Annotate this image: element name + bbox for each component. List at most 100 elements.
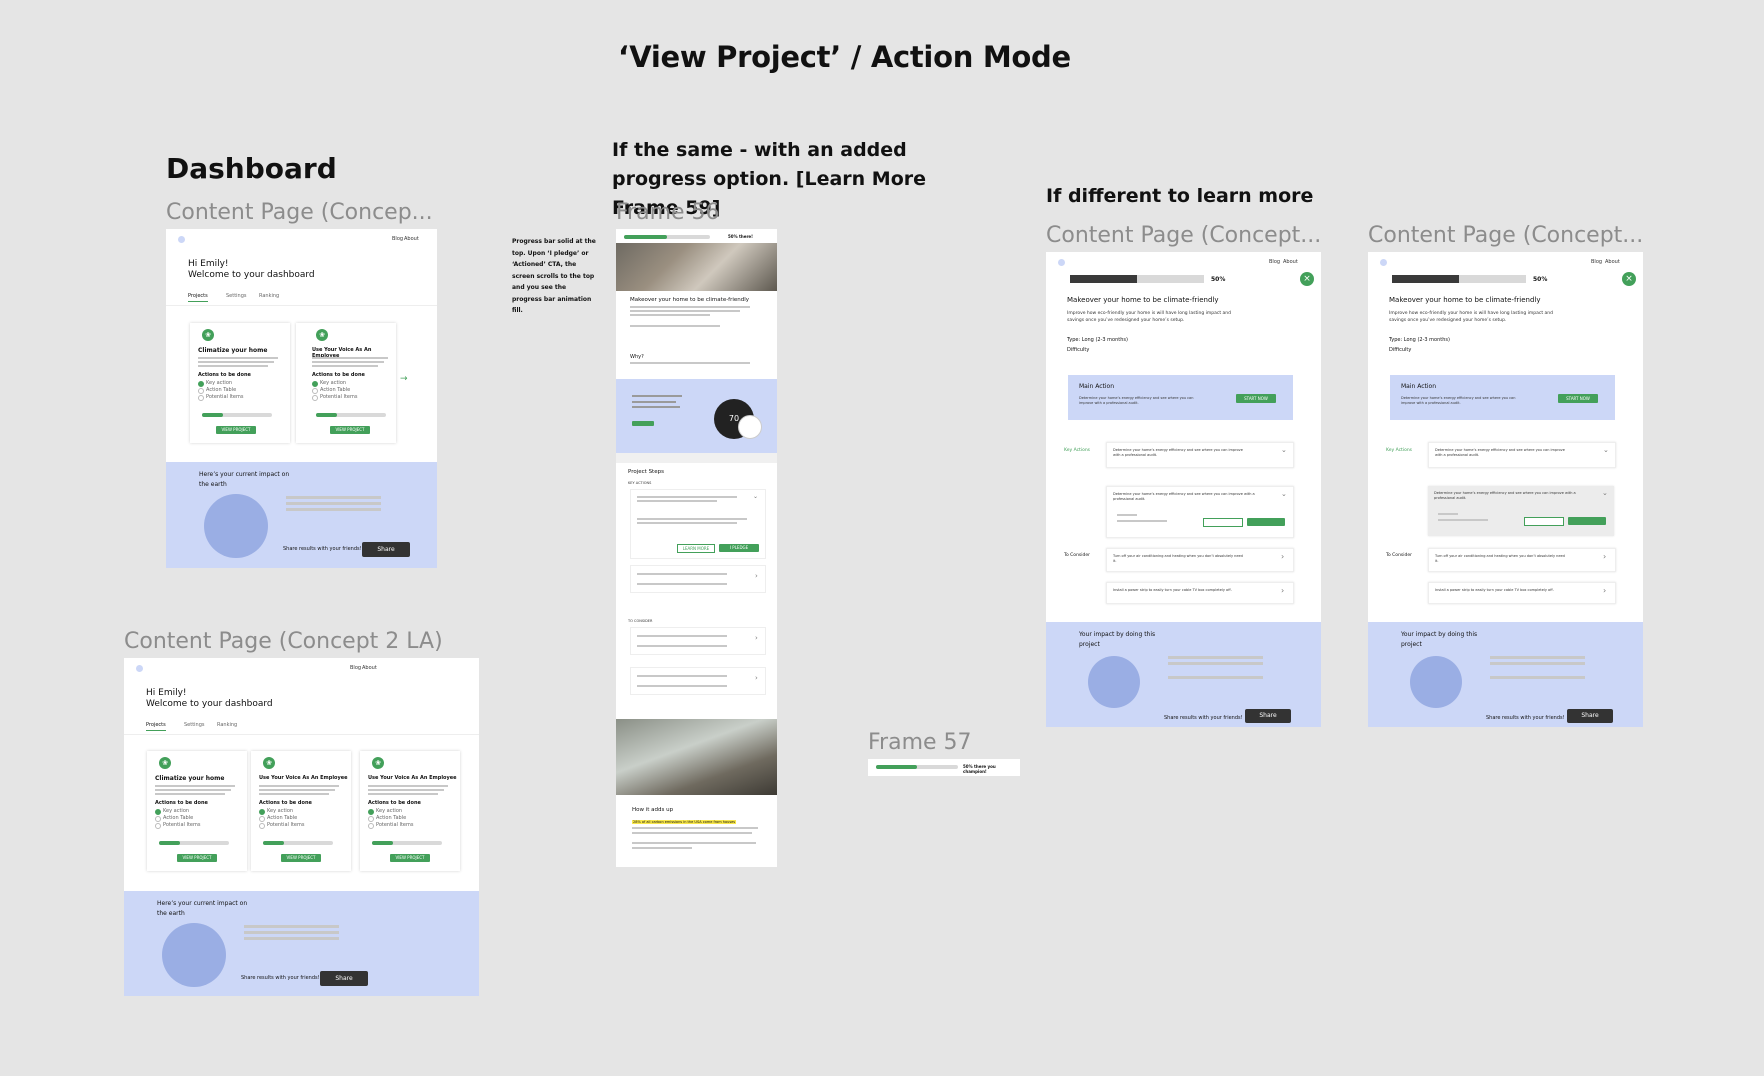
card-title: Use Your Voice As An Employee	[368, 775, 457, 781]
project-card[interactable]: ❀ Use Your Voice As An Employee Actions …	[360, 751, 460, 871]
learn-more-button[interactable]	[1524, 517, 1564, 526]
placeholder-line	[1168, 656, 1263, 659]
chevron-down-icon[interactable]: ⌄	[1281, 446, 1287, 454]
view-project-button[interactable]: VIEW PROJECT	[216, 426, 256, 434]
action-radio[interactable]	[259, 809, 265, 815]
done-button[interactable]	[1247, 518, 1285, 526]
card-title: Climatize your home	[155, 775, 225, 782]
leaf-icon: ❀	[202, 329, 214, 341]
difficulty-label: Difficulty	[1389, 347, 1412, 353]
consider-card[interactable]: Turn off your air conditioning and heati…	[1106, 548, 1294, 572]
done-button[interactable]	[1568, 517, 1606, 525]
chevron-right-icon[interactable]: ›	[755, 572, 758, 580]
arrow-right-icon[interactable]: →	[400, 374, 408, 384]
card-desc	[155, 789, 231, 791]
chevron-right-icon[interactable]: ›	[755, 634, 758, 642]
text-line	[630, 310, 740, 312]
share-button[interactable]: Share	[320, 971, 368, 986]
nav-blog[interactable]: Blog	[1591, 259, 1602, 265]
tab-ranking[interactable]: Ranking	[259, 293, 279, 299]
share-button[interactable]: Share	[1245, 709, 1291, 723]
project-card[interactable]: ❀ Use Your Voice As An Employee Actions …	[296, 323, 396, 443]
chevron-right-icon[interactable]: ›	[1603, 552, 1606, 561]
chevron-right-icon[interactable]: ›	[1281, 586, 1284, 595]
tab-settings[interactable]: Settings	[226, 293, 247, 299]
nav-about[interactable]: About	[404, 236, 419, 242]
close-icon[interactable]: ×	[1300, 272, 1314, 286]
action-radio[interactable]	[198, 395, 204, 401]
action-radio[interactable]	[312, 395, 318, 401]
close-icon[interactable]: ×	[1622, 272, 1636, 286]
step-card-expanded[interactable]: ⌄ LEARN MORE I PLEDGE	[630, 489, 766, 559]
start-now-button[interactable]: START NOW	[1236, 394, 1276, 403]
action-radio[interactable]	[259, 823, 265, 829]
share-button[interactable]: Share	[362, 542, 410, 557]
impact-circle	[204, 494, 268, 558]
nav-about[interactable]: About	[362, 665, 377, 671]
chevron-right-icon[interactable]: ›	[755, 674, 758, 682]
consider-card[interactable]: Install a power strip to easily turn you…	[1106, 582, 1294, 604]
action-radio[interactable]	[368, 816, 374, 822]
tab-ranking[interactable]: Ranking	[217, 722, 237, 728]
chevron-down-icon[interactable]: ⌄	[1602, 489, 1608, 497]
frame-label-content-a: Content Page (Concep...	[166, 200, 433, 225]
key-action-card[interactable]: Determine your home’s energy efficiency …	[1106, 442, 1294, 468]
chevron-down-icon[interactable]: ⌄	[753, 493, 758, 500]
placeholder-line	[1490, 662, 1585, 665]
learn-more-button[interactable]: LEARN MORE	[677, 544, 715, 553]
action-radio[interactable]	[198, 388, 204, 394]
placeholder-line	[1490, 656, 1585, 659]
view-project-button[interactable]: VIEW PROJECT	[390, 854, 430, 862]
consider-card[interactable]: Install a power strip to easily turn you…	[1428, 582, 1616, 604]
start-now-button[interactable]: START NOW	[1558, 394, 1598, 403]
key-action-text: Determine your home’s energy efficiency …	[1113, 448, 1243, 457]
action-radio[interactable]	[312, 388, 318, 394]
text-line	[632, 827, 758, 829]
action-radio[interactable]	[368, 823, 374, 829]
tab-projects[interactable]: Projects	[146, 722, 166, 731]
nav-about[interactable]: About	[1283, 259, 1298, 265]
key-action-card[interactable]: Determine your home’s energy efficiency …	[1428, 442, 1616, 468]
pledge-button[interactable]: I PLEDGE	[719, 544, 759, 552]
chevron-right-icon[interactable]: ›	[1281, 552, 1284, 561]
action-radio[interactable]	[198, 381, 204, 387]
living-room-photo	[616, 719, 777, 795]
main-action-desc: Determine your home’s energy efficiency …	[1401, 396, 1516, 405]
view-project-button[interactable]: VIEW PROJECT	[330, 426, 370, 434]
action-radio[interactable]	[259, 816, 265, 822]
project-card[interactable]: ❀ Use Your Voice As An Employee Actions …	[251, 751, 351, 871]
key-action-card-expanded[interactable]: Determine your home’s energy efficiency …	[1106, 486, 1294, 538]
share-button[interactable]: Share	[1567, 709, 1613, 723]
key-action-card-expanded[interactable]: Determine your home’s energy efficiency …	[1428, 486, 1614, 536]
action-radio[interactable]	[368, 809, 374, 815]
project-card[interactable]: ❀ Climatize your home Actions to be done…	[190, 323, 290, 443]
tab-settings[interactable]: Settings	[184, 722, 205, 728]
step-card[interactable]: ›	[630, 667, 766, 695]
welcome-text: Welcome to your dashboard	[188, 270, 315, 280]
step-card[interactable]: ›	[630, 565, 766, 593]
tab-projects[interactable]: Projects	[188, 293, 208, 302]
impact-panel: Here’s your current impact on the earth …	[166, 462, 437, 568]
chevron-down-icon[interactable]: ⌄	[1603, 446, 1609, 454]
nav-blog[interactable]: Blog	[1269, 259, 1280, 265]
consider-card[interactable]: Turn off your air conditioning and heati…	[1428, 548, 1616, 572]
pledge-mini-button[interactable]	[632, 421, 654, 426]
nav-about[interactable]: About	[1605, 259, 1620, 265]
step-card[interactable]: ›	[630, 627, 766, 655]
view-project-button[interactable]: VIEW PROJECT	[281, 854, 321, 862]
chevron-down-icon[interactable]: ⌄	[1281, 490, 1287, 498]
key-actions-label: KEY ACTIONS	[628, 481, 652, 485]
nav-blog[interactable]: Blog	[350, 665, 361, 671]
project-card[interactable]: ❀ Climatize your home Actions to be done…	[147, 751, 247, 871]
action-radio[interactable]	[155, 809, 161, 815]
learn-more-button[interactable]	[1203, 518, 1243, 527]
key-action-text: Determine your home’s energy efficiency …	[1113, 492, 1255, 501]
action-radio[interactable]	[312, 381, 318, 387]
placeholder-line	[286, 502, 381, 505]
text-line	[637, 635, 727, 637]
chevron-right-icon[interactable]: ›	[1603, 586, 1606, 595]
action-radio[interactable]	[155, 816, 161, 822]
view-project-button[interactable]: VIEW PROJECT	[177, 854, 217, 862]
nav-blog[interactable]: Blog	[392, 236, 403, 242]
action-radio[interactable]	[155, 823, 161, 829]
